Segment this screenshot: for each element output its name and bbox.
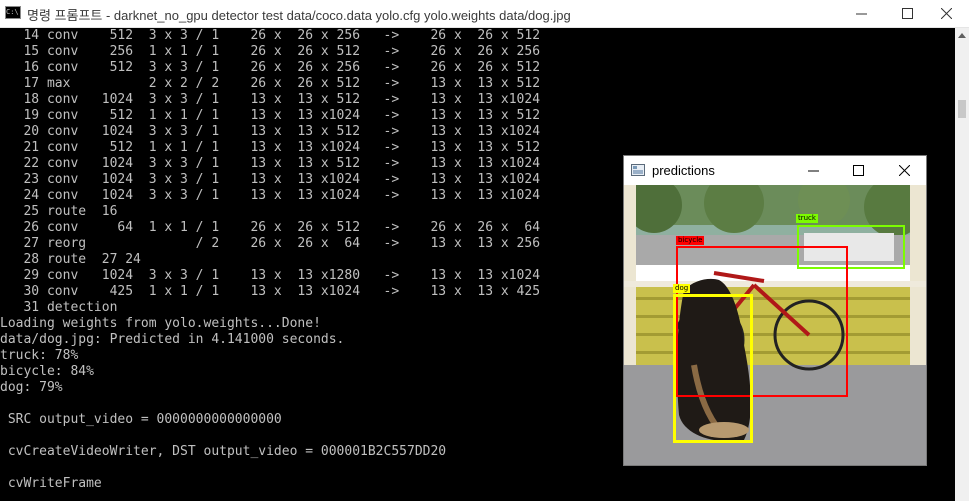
console-line: 25 route 16 <box>0 204 118 219</box>
predictions-title: predictions <box>652 163 715 178</box>
console-line: 28 route 27 24 <box>0 252 141 267</box>
console-line: 21 conv 512 1 x 1 / 1 13 x 13 x1024 -> 1… <box>0 140 541 155</box>
predictions-window[interactable]: predictions truck bicycle dog <box>623 155 927 466</box>
predictions-maximize-button[interactable] <box>835 156 881 185</box>
console-line: truck: 78% <box>0 348 79 363</box>
console-line: cvCreateVideoWriter, DST output_video = … <box>0 444 447 459</box>
console-line: 20 conv 1024 3 x 3 / 1 13 x 13 x 512 -> … <box>0 124 541 139</box>
console-line: dog: 79% <box>0 380 63 395</box>
console-line: 18 conv 1024 3 x 3 / 1 13 x 13 x 512 -> … <box>0 92 541 107</box>
console-title-bar[interactable]: C:\ 명령 프롬프트 - darknet_no_gpu detector te… <box>0 0 969 28</box>
console-line: 26 conv 64 1 x 1 / 1 26 x 26 x 512 -> 26… <box>0 220 541 235</box>
scrollbar-thumb[interactable] <box>958 100 966 118</box>
predictions-close-button[interactable] <box>881 156 927 185</box>
dog-bounding-box <box>673 294 753 443</box>
bicycle-label: bicycle <box>676 236 705 245</box>
console-scrollbar[interactable] <box>955 28 969 501</box>
console-line: 23 conv 1024 3 x 3 / 1 13 x 13 x1024 -> … <box>0 172 541 187</box>
console-line: 30 conv 425 1 x 1 / 1 13 x 13 x1024 -> 1… <box>0 284 541 299</box>
close-icon <box>940 8 952 19</box>
console-line: 22 conv 1024 3 x 3 / 1 13 x 13 x 512 -> … <box>0 156 541 171</box>
minimize-button[interactable] <box>838 0 884 27</box>
predictions-title-bar[interactable]: predictions <box>624 156 926 185</box>
cmd-icon: C:\ <box>5 6 21 19</box>
console-line: bicycle: 84% <box>0 364 94 379</box>
console-line: 14 conv 512 3 x 3 / 1 26 x 26 x 256 -> 2… <box>0 28 541 43</box>
close-icon <box>898 165 910 176</box>
console-line: 27 reorg / 2 26 x 26 x 64 -> 13 x 13 x 2… <box>0 236 541 251</box>
detection-image: truck bicycle dog <box>624 185 926 465</box>
console-line: SRC output_video = 0000000000000000 <box>0 412 282 427</box>
console-line: 15 conv 256 1 x 1 / 1 26 x 26 x 512 -> 2… <box>0 44 541 59</box>
console-line: 16 conv 512 3 x 3 / 1 26 x 26 x 256 -> 2… <box>0 60 541 75</box>
console-line: 17 max 2 x 2 / 2 26 x 26 x 512 -> 13 x 1… <box>0 76 541 91</box>
console-line: Loading weights from yolo.weights...Done… <box>0 316 321 331</box>
maximize-icon <box>852 165 864 176</box>
console-line: 29 conv 1024 3 x 3 / 1 13 x 13 x1280 -> … <box>0 268 541 283</box>
image-window-icon <box>631 164 645 176</box>
console-line: data/dog.jpg: Predicted in 4.141000 seco… <box>0 332 345 347</box>
console-line: 19 conv 512 1 x 1 / 1 13 x 13 x1024 -> 1… <box>0 108 541 123</box>
window-title: 명령 프롬프트 - darknet_no_gpu detector test d… <box>27 8 571 23</box>
close-button[interactable] <box>923 0 969 27</box>
minimize-icon <box>807 170 819 172</box>
maximize-icon <box>901 8 913 19</box>
console-line: cvWriteFrame <box>0 476 102 491</box>
truck-label: truck <box>796 214 818 223</box>
scroll-up-arrow-icon[interactable] <box>958 33 966 38</box>
console-line: 24 conv 1024 3 x 3 / 1 13 x 13 x1024 -> … <box>0 188 541 203</box>
dog-label: dog <box>673 284 691 293</box>
console-line: 31 detection <box>0 300 118 315</box>
minimize-icon <box>855 13 867 15</box>
predictions-minimize-button[interactable] <box>790 156 836 185</box>
